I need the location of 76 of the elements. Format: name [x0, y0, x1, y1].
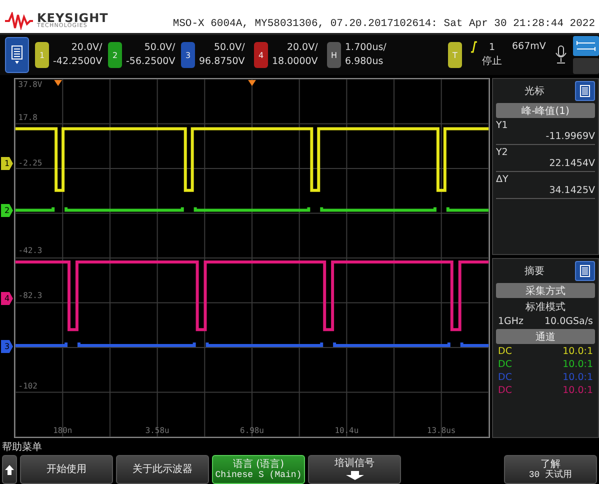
time-label: 6.98u: [240, 426, 264, 436]
coupling: DC: [498, 372, 512, 383]
softkey-button[interactable]: 培训信号: [308, 455, 401, 484]
section-header: 通道: [496, 329, 595, 344]
softkey-button[interactable]: 了解 30 天试用: [504, 455, 597, 484]
probe-ratio: 10.0:1: [562, 385, 593, 396]
voltage-label: -2.25: [18, 158, 42, 168]
time-label: 13.8us: [427, 426, 456, 436]
volts-per-div: 50.0V/: [144, 43, 176, 54]
cursor-mode-button[interactable]: 峰-峰值(1): [496, 103, 595, 118]
volts-per-div: 50.0V/: [214, 43, 245, 54]
cursor-value: -11.9969V: [546, 131, 595, 142]
up-arrow-icon: [5, 464, 14, 474]
voltage-label: -42.3: [18, 246, 42, 256]
horizontal-badge[interactable]: H: [327, 42, 341, 68]
panel-title: 光标: [524, 84, 546, 98]
ground-marker[interactable]: 3: [1, 340, 13, 353]
trigger-source: 1: [488, 42, 496, 54]
coupling: DC: [498, 385, 512, 396]
panel-menu-button[interactable]: [575, 81, 595, 101]
menu-icon: [580, 265, 590, 277]
channel-badge[interactable]: 4: [254, 42, 268, 68]
voltage-label: -102: [18, 381, 38, 390]
down-arrow-icon: [346, 471, 364, 480]
volts-per-div: 20.0V/: [286, 43, 318, 54]
softkey-button[interactable]: 开始使用: [20, 455, 113, 484]
ground-marker[interactable]: 4: [1, 292, 13, 305]
section-header: 采集方式: [496, 283, 595, 298]
microphone-icon[interactable]: [555, 45, 567, 65]
probe-ratio: 10.0:1: [562, 372, 593, 383]
menu-icon: [580, 85, 590, 97]
cursor-value: 34.1425V: [549, 185, 595, 196]
channel-badge[interactable]: 3: [181, 42, 195, 68]
instrument-info: MSO-X 6004A, MY58031306, 07.20.2017102614: Sat Apr 30 21:28:44 2022: [172, 18, 595, 30]
time-label: 10.4u: [334, 426, 359, 436]
time-per-div: 1.700us/: [345, 43, 386, 54]
panel-title: 摘要: [524, 264, 546, 278]
logo-text: KEYSIGHT: [37, 12, 108, 24]
channel-offset: 96.8750V: [199, 56, 245, 67]
voltage-label: 37.8V: [18, 80, 42, 89]
menu-icon: [11, 45, 23, 65]
channel-offset: -42.2500V: [53, 56, 102, 67]
time-label: 3.58u: [145, 426, 170, 436]
acquisition-mode: 标准模式: [526, 300, 566, 314]
cursor-label: ΔY: [496, 174, 508, 185]
voltage-label: -82.3: [18, 290, 42, 300]
coupling: DC: [498, 346, 512, 357]
bandwidth: 1GHz: [498, 316, 524, 327]
trigger-position-icon: [54, 80, 62, 86]
probe-ratio: 10.0:1: [562, 346, 593, 357]
up-button[interactable]: [2, 455, 17, 484]
time-label: 180n: [53, 426, 72, 436]
rising-edge-icon: [470, 41, 478, 53]
coupling: DC: [498, 359, 512, 370]
sample-rate: 10.0GSa/s: [544, 316, 593, 327]
voltage-label: 17.8: [18, 112, 38, 122]
display-icon[interactable]: [573, 36, 599, 74]
cursor-value: 22.1454V: [549, 158, 595, 169]
cursor-label: Y2: [496, 147, 508, 158]
logo-icon: [4, 12, 34, 30]
volts-per-div: 20.0V/: [71, 43, 102, 54]
time-delay: 6.980us: [345, 56, 384, 67]
menu-title: 帮助菜单: [2, 440, 42, 455]
probe-ratio: 10.0:1: [562, 359, 593, 370]
trigger-position-icon: [248, 80, 256, 86]
cursor-label: Y1: [496, 120, 508, 131]
ground-marker[interactable]: 2: [1, 204, 13, 217]
panel-menu-button[interactable]: [575, 261, 595, 281]
channel-offset: 18.0000V: [272, 56, 318, 67]
softkey-button[interactable]: 语言 (语言) Chinese S (Main): [212, 455, 305, 484]
softkey-button[interactable]: 关于此示波器: [116, 455, 209, 484]
menu-button[interactable]: [5, 37, 29, 73]
run-status: 停止: [482, 56, 502, 68]
ground-marker[interactable]: 1: [1, 157, 13, 170]
channel-offset: -56.2500V: [126, 56, 176, 67]
trigger-level: 667mV: [512, 41, 547, 52]
